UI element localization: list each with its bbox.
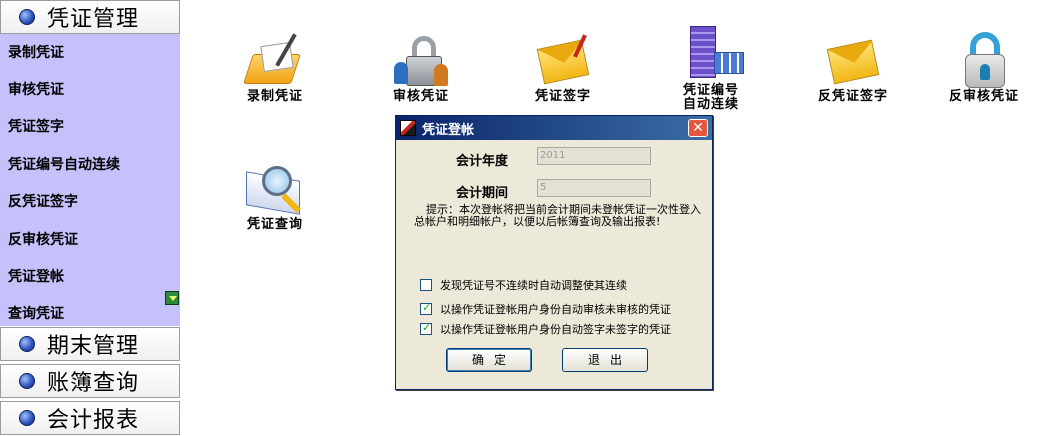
checkbox-checked[interactable] [420, 301, 432, 315]
tile-label: 反审核凭证 [948, 89, 1019, 104]
option-label: 以操作凭证登帐用户身份自动签字未签字的凭证 [440, 323, 671, 336]
year-field[interactable]: 2011 [537, 147, 651, 165]
bullet-icon [19, 410, 35, 426]
year-label: 会计年度 [456, 154, 509, 169]
section-label: 会计报表 [47, 408, 140, 433]
tile-label: 反凭证签字 [817, 89, 888, 104]
dialog-title: 凭证登帐 [422, 122, 475, 138]
option-auto-audit[interactable]: 以操作凭证登帐用户身份自动审核未审核的凭证 [420, 301, 671, 317]
tile-record-voucher[interactable]: 录制凭证 [220, 32, 330, 104]
ok-button[interactable]: 确定 [446, 348, 532, 372]
tile-query-voucher[interactable]: 凭证查询 [220, 160, 330, 232]
period-label: 会计期间 [456, 186, 509, 201]
bullet-icon [19, 373, 35, 389]
scroll-down-button[interactable] [165, 291, 179, 305]
section-accounting-reports[interactable]: 会计报表 [0, 401, 180, 435]
option-label: 以操作凭证登帐用户身份自动审核未审核的凭证 [440, 303, 671, 316]
envelope-icon [818, 32, 888, 88]
tile-label: 审核凭证 [392, 89, 449, 104]
tile-label: 录制凭证 [246, 89, 303, 104]
option-label: 发现凭证号不连续时自动调整使其连续 [440, 279, 627, 292]
app-window: 凭证管理 录制凭证 审核凭证 凭证签字 凭证编号自动连续 反凭证签字 反审核凭证… [0, 0, 1039, 436]
tile-label: 凭证编号 自动连续 [682, 83, 739, 112]
checkbox[interactable] [420, 279, 432, 291]
folder-pen-icon [240, 32, 310, 88]
tile-sign-voucher[interactable]: 凭证签字 [508, 32, 618, 104]
sidebar-item-query-voucher[interactable]: 查询凭证 [8, 303, 64, 323]
sidebar: 凭证管理 录制凭证 审核凭证 凭证签字 凭证编号自动连续 反凭证签字 反审核凭证… [0, 0, 182, 436]
section-label: 凭证管理 [47, 7, 140, 32]
sidebar-item-post-voucher[interactable]: 凭证登帐 [8, 266, 64, 286]
bullet-icon [19, 9, 35, 25]
tile-auto-numbering[interactable]: 凭证编号 自动连续 [656, 26, 766, 112]
server-numbering-icon [676, 26, 746, 82]
option-auto-sign[interactable]: 以操作凭证登帐用户身份自动签字未签字的凭证 [420, 321, 671, 337]
section-period-end[interactable]: 期末管理 [0, 327, 180, 361]
option-auto-renumber[interactable]: 发现凭证号不连续时自动调整使其连续 [420, 277, 627, 293]
nav-list: 录制凭证 审核凭证 凭证签字 凭证编号自动连续 反凭证签字 反审核凭证 凭证登帐… [0, 34, 180, 326]
sidebar-item-record-voucher[interactable]: 录制凭证 [8, 42, 64, 62]
tile-label: 凭证查询 [246, 217, 303, 232]
hint-text: 提示：本次登帐将把当前会计期间未登帐凭证一次性登入总帐户和明细帐户，以便以后帐簿… [414, 203, 701, 228]
section-label: 账簿查询 [47, 371, 140, 396]
envelope-sign-icon [528, 32, 598, 88]
sidebar-item-unaudit-voucher[interactable]: 反审核凭证 [8, 229, 78, 249]
close-button[interactable]: ✕ [688, 119, 708, 137]
post-voucher-dialog: 凭证登帐 ✕ 会计年度 2011 会计期间 5 提示：本次登帐将把当前会计期间未… [395, 115, 713, 390]
book-magnifier-icon [240, 160, 310, 216]
section-label: 期末管理 [47, 334, 140, 359]
sidebar-item-auto-numbering[interactable]: 凭证编号自动连续 [8, 154, 120, 174]
bullet-icon [19, 336, 35, 352]
sidebar-item-sign-voucher[interactable]: 凭证签字 [8, 116, 64, 136]
section-voucher-management[interactable]: 凭证管理 [0, 0, 180, 34]
tile-audit-voucher[interactable]: 审核凭证 [366, 32, 476, 104]
checkbox-checked[interactable] [420, 321, 432, 335]
tile-unsign-voucher[interactable]: 反凭证签字 [798, 32, 908, 104]
app-icon [400, 120, 416, 136]
lock-users-icon [386, 32, 456, 88]
dialog-titlebar[interactable]: 凭证登帐 ✕ [396, 116, 712, 140]
tile-unaudit-voucher[interactable]: 反审核凭证 [929, 32, 1039, 104]
section-ledger-query[interactable]: 账簿查询 [0, 364, 180, 398]
period-field[interactable]: 5 [537, 179, 651, 197]
sidebar-item-unsign-voucher[interactable]: 反凭证签字 [8, 191, 78, 211]
exit-button[interactable]: 退出 [562, 348, 648, 372]
unlock-icon [949, 32, 1019, 88]
tile-label: 凭证签字 [534, 89, 591, 104]
sidebar-item-audit-voucher[interactable]: 审核凭证 [8, 79, 64, 99]
